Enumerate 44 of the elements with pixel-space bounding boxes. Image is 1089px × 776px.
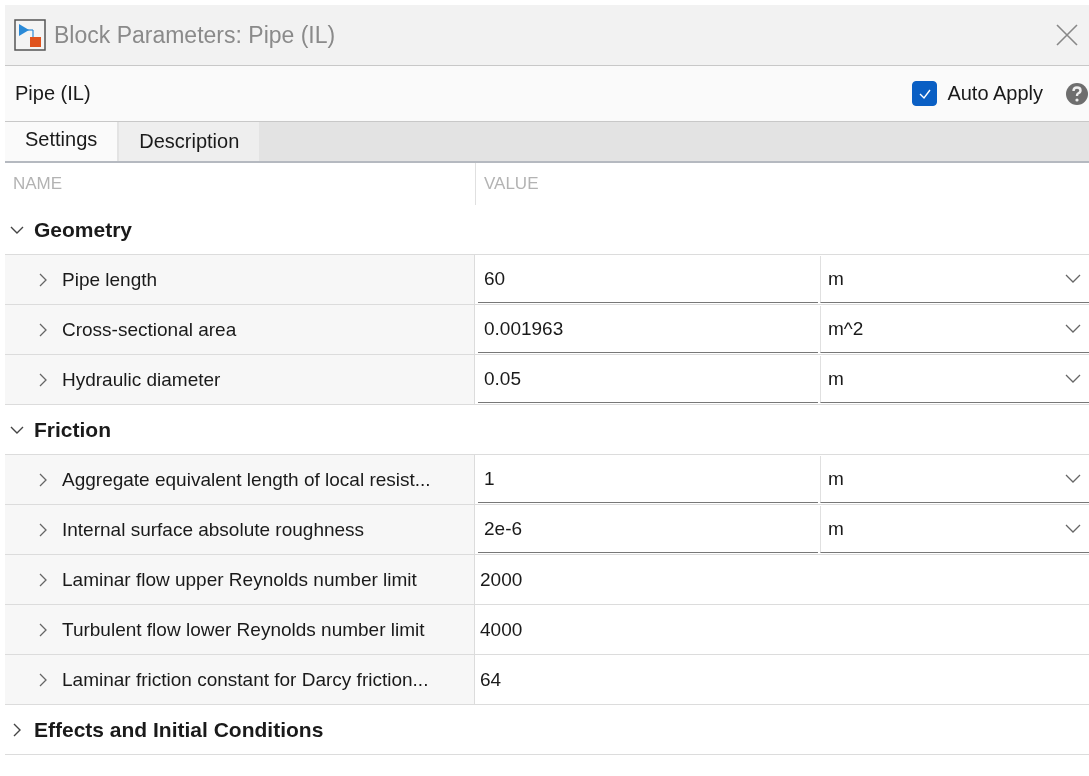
- parameter-value[interactable]: 4000: [475, 605, 523, 654]
- tab[interactable]: Settings: [5, 122, 118, 161]
- group-header[interactable]: Effects and Initial Conditions: [5, 705, 1089, 755]
- parameter-name: Aggregate equivalent length of local resist...: [62, 468, 431, 491]
- parameter-name: Laminar friction constant for Darcy friction...: [62, 668, 429, 691]
- unit-dropdown[interactable]: m: [820, 506, 1089, 553]
- caret-icon: [1065, 374, 1081, 384]
- chevron-icon[interactable]: [38, 571, 48, 588]
- unit-dropdown[interactable]: m: [820, 356, 1089, 403]
- chevron-icon[interactable]: [38, 471, 48, 488]
- block-icon: [14, 19, 46, 51]
- chevron-icon[interactable]: [38, 321, 48, 338]
- parameter-value[interactable]: 2000: [475, 555, 523, 604]
- chevron-icon[interactable]: [38, 621, 48, 638]
- column-header: NAME: [5, 163, 476, 205]
- close-icon[interactable]: [1056, 24, 1078, 46]
- tab[interactable]: Description: [119, 122, 260, 161]
- chevron-icon[interactable]: [38, 271, 48, 288]
- parameter-name: Laminar flow upper Reynolds number limit: [62, 568, 417, 591]
- caret-icon: [1065, 274, 1081, 284]
- caret-icon: [1065, 524, 1081, 534]
- parameter-name: Cross-sectional area: [62, 318, 237, 341]
- group-title: Geometry: [34, 217, 133, 242]
- chevron-icon[interactable]: [38, 671, 48, 688]
- auto-apply-checkbox[interactable]: [912, 81, 938, 106]
- unit-dropdown[interactable]: m: [820, 256, 1089, 303]
- caret-icon: [1065, 474, 1081, 484]
- group-title: Effects and Initial Conditions: [34, 717, 324, 742]
- unit-dropdown[interactable]: m: [820, 456, 1089, 503]
- chevron-icon[interactable]: [38, 371, 48, 388]
- auto-apply-label: Auto Apply: [947, 82, 1043, 105]
- help-icon[interactable]: [1065, 81, 1089, 106]
- column-header: VALUE: [483, 174, 539, 194]
- window-title: Block Parameters: Pipe (IL): [54, 21, 337, 49]
- parameter-name: Internal surface absolute roughness: [62, 518, 365, 541]
- unit-dropdown[interactable]: m^2: [820, 306, 1089, 353]
- parameter-name: Turbulent flow lower Reynolds number limit: [62, 618, 425, 641]
- parameter-name: Hydraulic diameter: [62, 368, 221, 391]
- parameter-name: Pipe length: [62, 268, 158, 291]
- block-name: Pipe (IL): [15, 82, 92, 105]
- caret-icon: [1065, 324, 1081, 334]
- chevron-icon[interactable]: [38, 521, 48, 538]
- group-title: Friction: [34, 417, 111, 442]
- parameter-value[interactable]: 64: [475, 655, 502, 704]
